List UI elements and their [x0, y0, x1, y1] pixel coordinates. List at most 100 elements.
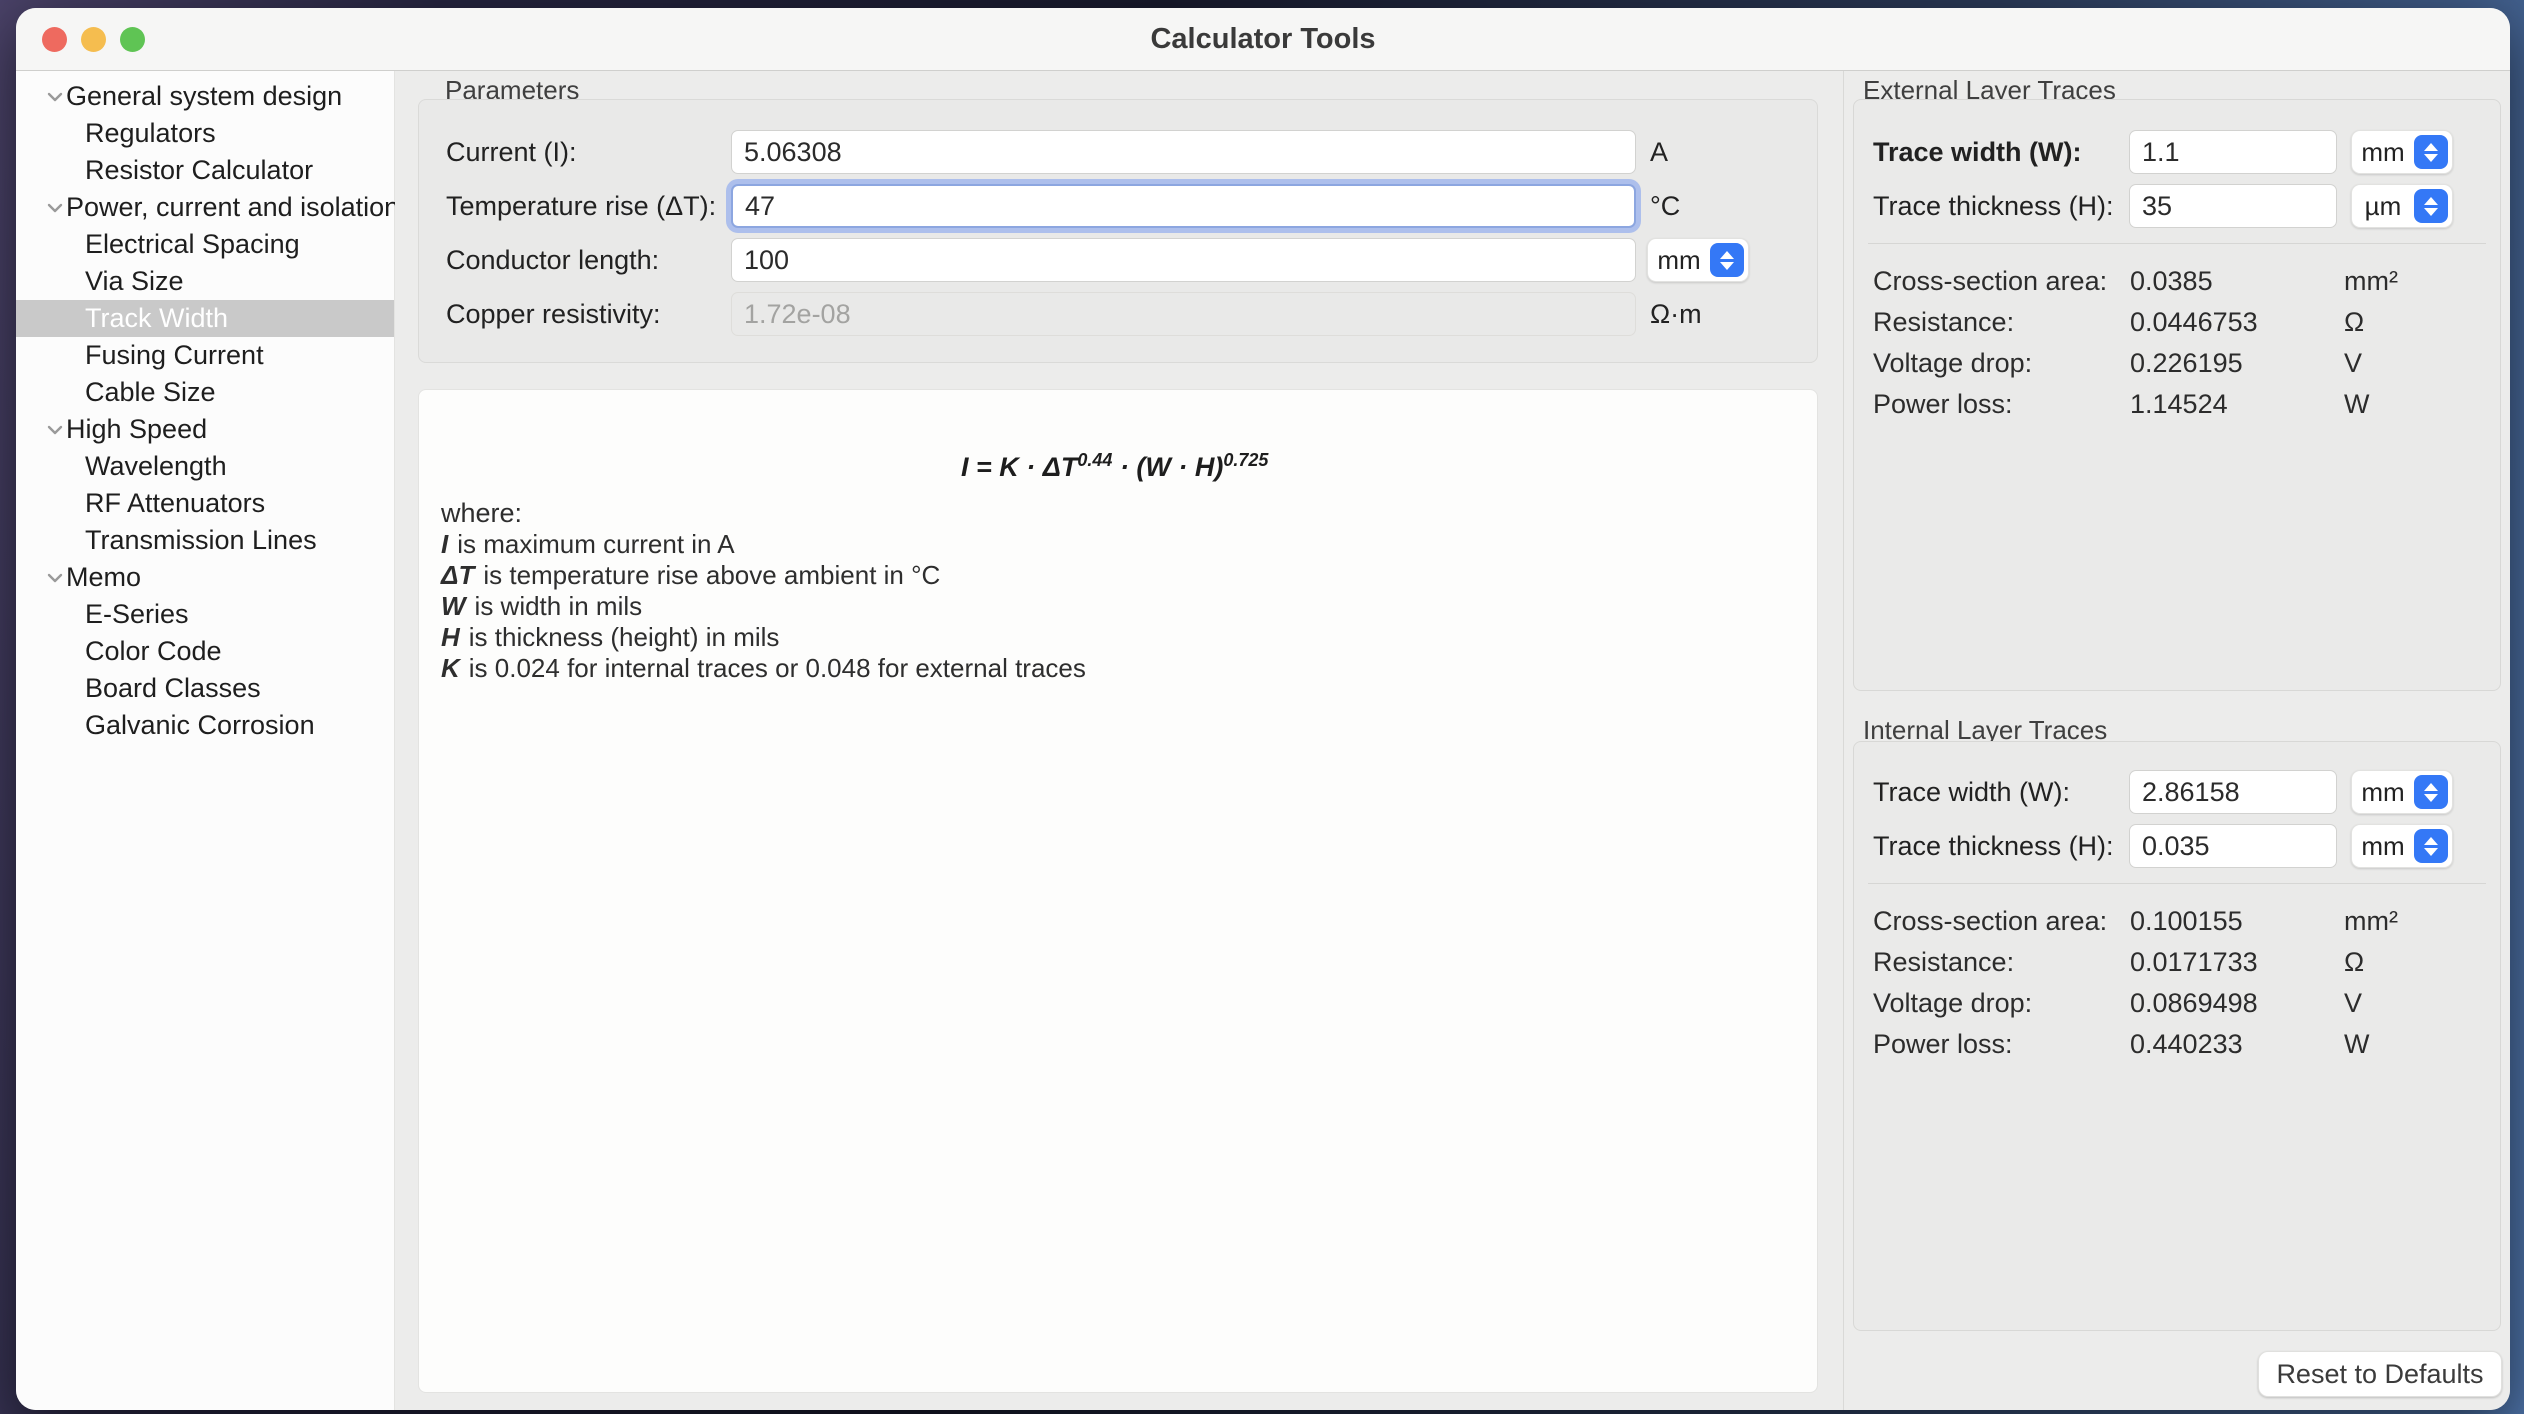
- calculator-tools-window: Calculator Tools General system design R…: [16, 8, 2510, 1410]
- sidebar-item[interactable]: Resistor Calculator: [16, 152, 394, 189]
- sidebar-item[interactable]: Electrical Spacing: [16, 226, 394, 263]
- parameter-label: Current (I):: [446, 137, 731, 168]
- result-row: Resistance: 0.0446753 Ω: [1854, 302, 2500, 343]
- result-label: Power loss:: [1873, 389, 2130, 420]
- chevron-down-icon[interactable]: [44, 567, 66, 589]
- parameter-label: Copper resistivity:: [446, 299, 731, 330]
- result-unit: mm²: [2344, 266, 2398, 297]
- internal-trace-results: Cross-section area: 0.100155 mm² Resista…: [1854, 901, 2500, 1065]
- trace-input[interactable]: [2129, 184, 2337, 228]
- parameter-input[interactable]: [731, 184, 1636, 228]
- trace-input-row: Trace width (W): mm: [1854, 129, 2500, 175]
- formula-definitions: Iis maximum current in A ΔT is temperatur…: [441, 529, 1795, 684]
- sidebar-item[interactable]: Transmission Lines: [16, 522, 394, 559]
- result-value: 0.0869498: [2130, 988, 2344, 1019]
- definition-text: is 0.024 for internal traces or 0.048 fo…: [469, 653, 1086, 683]
- result-value: 0.440233: [2130, 1029, 2344, 1060]
- result-label: Voltage drop:: [1873, 348, 2130, 379]
- definition-line: His thickness (height) in mils: [441, 622, 1795, 653]
- sidebar-item[interactable]: Galvanic Corrosion: [16, 707, 394, 744]
- stepper-icon[interactable]: [2414, 189, 2448, 223]
- unit-dropdown-value: mm: [2352, 831, 2414, 862]
- sidebar-item[interactable]: General system design: [16, 78, 394, 115]
- unit-dropdown[interactable]: mm: [1647, 238, 1749, 282]
- sidebar-item-label: Fusing Current: [85, 340, 264, 371]
- stepper-icon[interactable]: [1710, 243, 1744, 277]
- parameter-unit: Ω·m: [1650, 299, 1702, 330]
- trace-input-row: Trace thickness (H): mm: [1854, 823, 2500, 869]
- definition-term: ΔT: [441, 560, 474, 590]
- trace-input-row: Trace thickness (H): µm: [1854, 183, 2500, 229]
- definition-line: Wis width in mils: [441, 591, 1795, 622]
- parameter-input[interactable]: [731, 130, 1636, 174]
- window-titlebar: Calculator Tools: [16, 8, 2510, 71]
- sidebar-item[interactable]: Board Classes: [16, 670, 394, 707]
- parameter-row: Conductor length: mm mm: [419, 237, 1817, 283]
- result-unit: Ω: [2344, 947, 2364, 978]
- definition-line: Kis 0.024 for internal traces or 0.048 f…: [441, 653, 1795, 684]
- close-icon[interactable]: [42, 27, 67, 52]
- definition-line: Iis maximum current in A: [441, 529, 1795, 560]
- sidebar-item[interactable]: E-Series: [16, 596, 394, 633]
- unit-dropdown[interactable]: µm: [2351, 184, 2453, 228]
- sidebar-item[interactable]: RF Attenuators: [16, 485, 394, 522]
- definition-text: is thickness (height) in mils: [469, 622, 780, 652]
- result-value: 0.100155: [2130, 906, 2344, 937]
- reset-to-defaults-button[interactable]: Reset to Defaults: [2258, 1351, 2502, 1397]
- stepper-icon[interactable]: [2414, 775, 2448, 809]
- result-unit: V: [2344, 348, 2362, 379]
- definition-text: is temperature rise above ambient in °C: [483, 560, 940, 590]
- parameter-input[interactable]: [731, 292, 1636, 336]
- result-row: Power loss: 1.14524 W: [1854, 384, 2500, 425]
- sidebar-item-label: Wavelength: [85, 451, 227, 482]
- divider: [1868, 243, 2486, 244]
- parameter-row: Temperature rise (ΔT): °C °C: [419, 183, 1817, 229]
- sidebar-item[interactable]: Memo: [16, 559, 394, 596]
- sidebar-item[interactable]: Via Size: [16, 263, 394, 300]
- unit-dropdown[interactable]: mm: [2351, 770, 2453, 814]
- fullscreen-icon[interactable]: [120, 27, 145, 52]
- parameter-label: Conductor length:: [446, 245, 731, 276]
- sidebar-item[interactable]: Color Code: [16, 633, 394, 670]
- stepper-icon[interactable]: [2414, 135, 2448, 169]
- trace-input[interactable]: [2129, 770, 2337, 814]
- trace-input-label: Trace width (W):: [1873, 777, 2129, 808]
- sidebar-item[interactable]: Wavelength: [16, 448, 394, 485]
- help-text-panel: I = K · ΔT0.44 · (W · H)0.725 where: Iis…: [418, 389, 1818, 1393]
- stepper-icon[interactable]: [2414, 829, 2448, 863]
- window-title: Calculator Tools: [16, 8, 2510, 70]
- sidebar-item[interactable]: High Speed: [16, 411, 394, 448]
- chevron-down-icon[interactable]: [44, 197, 66, 219]
- sidebar-item[interactable]: Track Width: [16, 300, 394, 337]
- result-label: Voltage drop:: [1873, 988, 2130, 1019]
- parameter-input[interactable]: [731, 238, 1636, 282]
- minimize-icon[interactable]: [81, 27, 106, 52]
- sidebar-item-label: Transmission Lines: [85, 525, 317, 556]
- sidebar-item[interactable]: Cable Size: [16, 374, 394, 411]
- sidebar-item[interactable]: Regulators: [16, 115, 394, 152]
- sidebar-item-label: Color Code: [85, 636, 222, 667]
- result-value: 0.0446753: [2130, 307, 2344, 338]
- result-unit: mm²: [2344, 906, 2398, 937]
- sidebar-item-label: Cable Size: [85, 377, 216, 408]
- result-row: Power loss: 0.440233 W: [1854, 1024, 2500, 1065]
- definition-term: W: [441, 591, 466, 621]
- chevron-down-icon[interactable]: [44, 86, 66, 108]
- external-trace-results: Cross-section area: 0.0385 mm² Resistanc…: [1854, 261, 2500, 425]
- trace-input-row: Trace width (W): mm: [1854, 769, 2500, 815]
- unit-dropdown[interactable]: mm: [2351, 824, 2453, 868]
- sidebar-item-label: General system design: [66, 81, 342, 112]
- sidebar-item[interactable]: Fusing Current: [16, 337, 394, 374]
- parameter-row: Copper resistivity: Ω·m Ω·m: [419, 291, 1817, 337]
- chevron-down-icon[interactable]: [44, 419, 66, 441]
- traffic-lights: [42, 8, 145, 70]
- sidebar-item[interactable]: Power, current and isolation: [16, 189, 394, 226]
- sidebar-item-label: Resistor Calculator: [85, 155, 313, 186]
- unit-dropdown-value: µm: [2352, 191, 2414, 222]
- trace-input[interactable]: [2129, 824, 2337, 868]
- unit-dropdown[interactable]: mm: [2351, 130, 2453, 174]
- result-value: 0.226195: [2130, 348, 2344, 379]
- definition-term: K: [441, 653, 460, 683]
- parameter-unit: A: [1650, 137, 1668, 168]
- trace-input[interactable]: [2129, 130, 2337, 174]
